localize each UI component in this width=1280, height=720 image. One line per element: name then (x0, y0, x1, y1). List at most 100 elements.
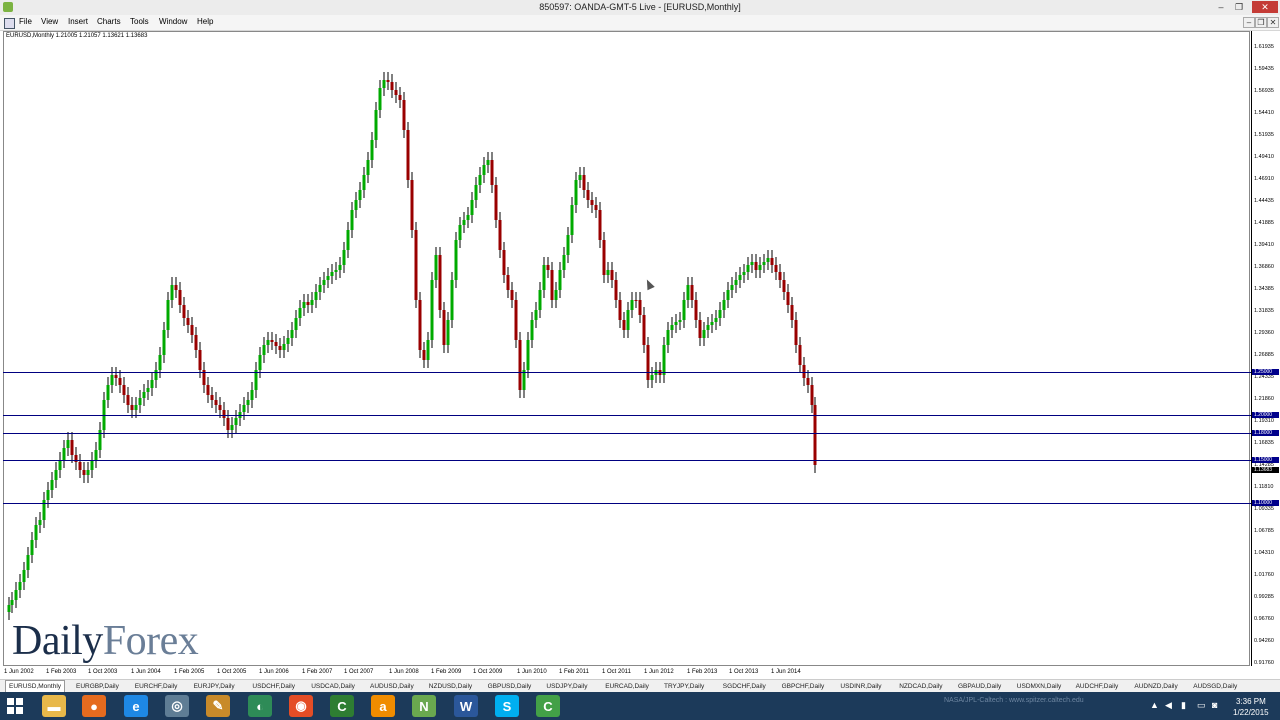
document-icon[interactable] (4, 18, 15, 29)
explorer-icon[interactable]: ▬ (42, 695, 66, 717)
volume-icon[interactable]: ◀ (1165, 700, 1172, 711)
chart-tab[interactable]: GBPCHF,Daily (782, 681, 825, 692)
time-axis-label: 1 Feb 2009 (431, 669, 462, 675)
chart-tab[interactable]: NZDCAD,Daily (899, 681, 942, 692)
tools-app-icon[interactable]: ✎ (206, 695, 230, 717)
settings-app-icon[interactable]: ◎ (165, 695, 189, 717)
clock-date[interactable]: 1/22/2015 (1233, 708, 1269, 717)
chart-tab[interactable]: USDJPY,Daily (546, 681, 587, 692)
level-line-1-18[interactable] (3, 433, 1280, 434)
price-axis-label: 1.04310 (1254, 550, 1274, 556)
maximize-button[interactable]: ❐ (1230, 1, 1248, 13)
price-chart[interactable] (3, 31, 1250, 666)
windows-start-icon[interactable] (6, 697, 24, 715)
chart-tab[interactable]: AUDUSD,Daily (370, 681, 414, 692)
price-axis-label: 1.21860 (1254, 396, 1274, 402)
menu-charts[interactable]: Charts (97, 17, 121, 26)
chrome-icon[interactable]: ◉ (289, 695, 313, 717)
tray-arrow-icon[interactable]: ▲ (1150, 700, 1159, 710)
chart-tab[interactable]: SGDCHF,Daily (723, 681, 766, 692)
price-axis-label: 1.34385 (1254, 286, 1274, 292)
price-axis-label: 1.26885 (1254, 352, 1274, 358)
chart-tab[interactable]: EURGBP,Daily (76, 681, 119, 692)
word-icon[interactable]: W (454, 695, 478, 717)
close-button[interactable]: ✕ (1252, 1, 1278, 13)
price-axis-label: 1.44435 (1254, 198, 1274, 204)
notification-icon[interactable]: ◙ (1212, 700, 1217, 710)
level-line-1-10[interactable] (3, 503, 1280, 504)
level-line-1-25[interactable] (3, 372, 1280, 373)
chart-tab[interactable]: GBPUSD,Daily (488, 681, 532, 692)
level-tag-1-15: 1.15000 (1252, 457, 1279, 463)
price-axis-label: 1.41885 (1254, 220, 1274, 226)
chart-tab[interactable]: EURCHF,Daily (135, 681, 178, 692)
menu-tools[interactable]: Tools (130, 17, 149, 26)
chart-minimize-button[interactable]: – (1243, 17, 1255, 28)
time-axis-label: 1 Feb 2003 (46, 669, 77, 675)
time-axis-label: 1 Feb 2005 (174, 669, 205, 675)
price-axis-label: 1.19310 (1254, 418, 1274, 424)
chart-tab[interactable]: EURJPY,Daily (194, 681, 235, 692)
level-tag-1-20: 1.20000 (1252, 412, 1279, 418)
level-line-1-15[interactable] (3, 460, 1280, 461)
price-axis-label: 1.06785 (1254, 528, 1274, 534)
menu-insert[interactable]: Insert (68, 17, 88, 26)
chart-tab[interactable]: GBPAUD,Daily (958, 681, 1001, 692)
battery-icon[interactable]: ▭ (1197, 700, 1206, 711)
firefox-icon[interactable]: ● (82, 695, 106, 717)
chart-close-button[interactable]: ✕ (1267, 17, 1279, 28)
time-axis-label: 1 Jun 2014 (771, 669, 801, 675)
task-icon-glyph: ▬ (47, 698, 61, 714)
task-icon-glyph: N (419, 698, 429, 714)
chart-tab[interactable]: NZDUSD,Daily (429, 681, 472, 692)
skype-icon[interactable]: S (495, 695, 519, 717)
price-axis (1251, 31, 1280, 666)
network-icon[interactable]: ▮ (1181, 700, 1186, 711)
brand-forex: Forex (102, 618, 199, 664)
chart-restore-button[interactable]: ❐ (1255, 17, 1267, 28)
chart-tab[interactable]: USDINR,Daily (840, 681, 881, 692)
menu-window[interactable]: Window (159, 17, 187, 26)
window-title: 850597: OANDA-GMT-5 Live - [EURUSD,Month… (539, 2, 741, 12)
brand-daily: Daily (12, 618, 103, 664)
chart-tab[interactable]: AUDSGD,Daily (1193, 681, 1237, 692)
price-axis-label: 1.56935 (1254, 88, 1274, 94)
chart-tab[interactable]: EURCAD,Daily (605, 681, 649, 692)
symbol-info: EURUSD,Monthly 1.21005 1.21057 1.13621 1… (6, 33, 148, 39)
menu-file[interactable]: File (19, 17, 32, 26)
chart-tab[interactable]: USDCAD,Daily (311, 681, 355, 692)
green-app-icon[interactable]: ◐ (248, 695, 272, 717)
chart-tab[interactable]: EURUSD,Monthly (5, 680, 66, 692)
level-tag-1-10: 1.10000 (1252, 500, 1279, 506)
time-axis-label: 1 Oct 2011 (602, 669, 631, 675)
ie-icon[interactable]: e (124, 695, 148, 717)
task-icon-glyph: W (459, 698, 473, 714)
price-axis-label: 0.91760 (1254, 660, 1274, 666)
price-axis-label: 0.96760 (1254, 616, 1274, 622)
chart-tab[interactable]: USDMXN,Daily (1017, 681, 1061, 692)
task-icon-glyph: C (337, 698, 347, 714)
price-axis-label: 1.39410 (1254, 242, 1274, 248)
chart-tab[interactable]: TRYJPY,Daily (664, 681, 704, 692)
price-axis-label: 1.46910 (1254, 176, 1274, 182)
time-axis-label: 1 Oct 2003 (88, 669, 118, 675)
time-axis-label: 1 Oct 2009 (473, 669, 503, 675)
price-axis-label: 1.29360 (1254, 330, 1274, 336)
menu-help[interactable]: Help (197, 17, 213, 26)
chart-tab[interactable]: AUDNZD,Daily (1134, 681, 1177, 692)
task-icon-glyph: ● (90, 698, 98, 714)
time-axis-label: 1 Jun 2002 (4, 669, 34, 675)
minimize-button[interactable]: – (1212, 1, 1230, 13)
amazon-icon[interactable]: a (371, 695, 395, 717)
chart-tab[interactable]: AUDCHF,Daily (1076, 681, 1119, 692)
chart-tab[interactable]: USDCHF,Daily (252, 681, 295, 692)
menu-view[interactable]: View (41, 17, 58, 26)
camtasia-icon[interactable]: C (330, 695, 354, 717)
trading-app-icon[interactable]: N (412, 695, 436, 717)
time-axis-label: 1 Feb 2007 (302, 669, 333, 675)
task-icon-glyph: ◐ (256, 698, 264, 714)
camtasia-recorder-icon[interactable]: C (536, 695, 560, 717)
time-axis-label: 1 Oct 2007 (344, 669, 374, 675)
level-line-1-20[interactable] (3, 415, 1280, 416)
clock-time[interactable]: 3:36 PM (1236, 697, 1266, 706)
